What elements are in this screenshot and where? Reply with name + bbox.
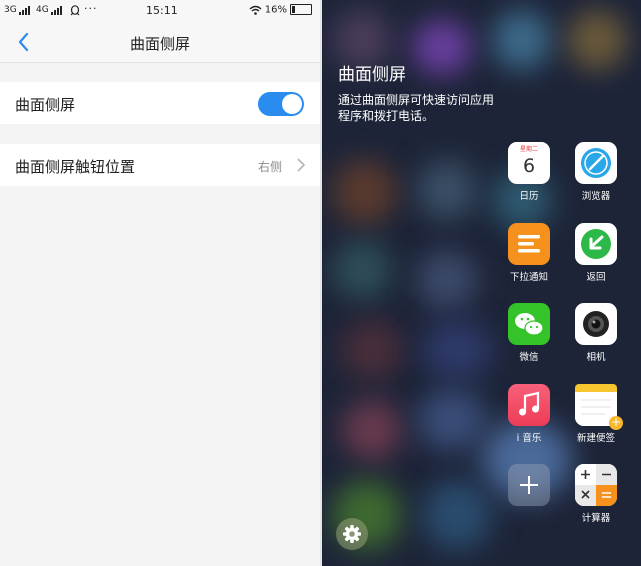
gear-icon [343, 525, 361, 543]
app-label: 返回 [586, 272, 606, 283]
qq-notification-icon [70, 5, 80, 16]
edge-panel-screen: 曲面侧屏 通过曲面侧屏可快速访问应用程序和拨打电话。 星期二 6 日历 浏览器 … [322, 0, 641, 566]
battery-percent: 16% [264, 4, 287, 16]
page-title: 曲面侧屏 [129, 35, 190, 53]
bg-blur [567, 10, 627, 70]
bg-blur [417, 390, 487, 450]
app-new-note[interactable]: + 新建便签 [564, 384, 628, 444]
bg-blur [422, 320, 492, 380]
bg-blur [412, 20, 472, 75]
calendar-weekday: 星期二 [508, 142, 550, 154]
more-dots-icon: ··· [84, 2, 98, 15]
app-label: 下拉通知 [509, 272, 548, 283]
app-browser[interactable]: 浏览器 [564, 142, 628, 202]
note-icon: + [575, 384, 623, 430]
app-wechat[interactable]: 微信 [497, 303, 561, 363]
music-icon [508, 384, 550, 426]
app-music[interactable]: i 音乐 [497, 384, 561, 444]
status-bar: 3G 4G ··· 15:11 16% [0, 0, 320, 22]
app-camera[interactable]: 相机 [564, 303, 628, 363]
calendar-icon: 星期二 6 [508, 142, 550, 184]
app-notification-pulldown[interactable]: 下拉通知 [497, 223, 561, 283]
status-right: 16% [249, 4, 312, 16]
wechat-icon [508, 303, 550, 345]
bg-blur [417, 160, 477, 220]
edge-screen-toggle-row[interactable]: 曲面侧屏 [0, 82, 320, 124]
add-badge-icon: + [609, 415, 623, 430]
app-calculator[interactable]: 计算器 [564, 464, 628, 524]
signal-3g: 3G [4, 5, 31, 15]
app-label: 日历 [519, 191, 539, 202]
app-label: 相机 [586, 352, 606, 363]
edge-screen-toggle[interactable] [258, 92, 304, 116]
app-label: 微信 [519, 352, 539, 363]
trigger-position-row[interactable]: 曲面侧屏触钮位置 右侧 [0, 144, 320, 186]
battery-icon [290, 4, 312, 15]
app-label: 浏览器 [581, 191, 611, 202]
status-time: 15:11 [146, 4, 178, 17]
settings-screen: 3G 4G ··· 15:11 16% 曲面侧屏 曲面侧屏 曲面侧屏触钮位置 右… [0, 0, 320, 566]
bg-blur [332, 160, 397, 225]
edge-panel-title: 曲面侧屏 [338, 65, 406, 85]
back-arrow-icon [575, 223, 617, 265]
bg-blur [492, 10, 552, 70]
notification-pulldown-icon [508, 223, 550, 265]
toggle-knob [282, 94, 302, 114]
trigger-position-label: 曲面侧屏触钮位置 [15, 158, 136, 176]
bg-blur [417, 250, 477, 310]
edge-panel-description: 通过曲面侧屏可快速访问应用程序和拨打电话。 [338, 93, 495, 123]
calculator-icon [575, 464, 617, 506]
edge-screen-label: 曲面侧屏 [15, 96, 76, 114]
app-label: 新建便签 [576, 433, 615, 444]
browser-icon [575, 142, 617, 184]
bg-blur [422, 480, 492, 550]
bg-blur [332, 240, 392, 300]
bg-blur [342, 320, 402, 380]
edge-settings-button[interactable] [336, 518, 368, 550]
app-calendar[interactable]: 星期二 6 日历 [497, 142, 561, 202]
add-app-button[interactable] [497, 464, 561, 510]
trigger-position-value: 右侧 [257, 160, 282, 174]
signal-4g: 4G [36, 5, 63, 15]
app-label: i 音乐 [516, 433, 542, 444]
bg-blur [342, 400, 402, 460]
app-back[interactable]: 返回 [564, 223, 628, 283]
app-label: 计算器 [581, 513, 611, 524]
nav-bar: 曲面侧屏 [0, 22, 320, 63]
wifi-icon [249, 5, 262, 15]
calendar-day: 6 [522, 155, 536, 177]
camera-icon [575, 303, 617, 345]
add-icon [508, 464, 550, 506]
chevron-right-icon [297, 158, 306, 172]
